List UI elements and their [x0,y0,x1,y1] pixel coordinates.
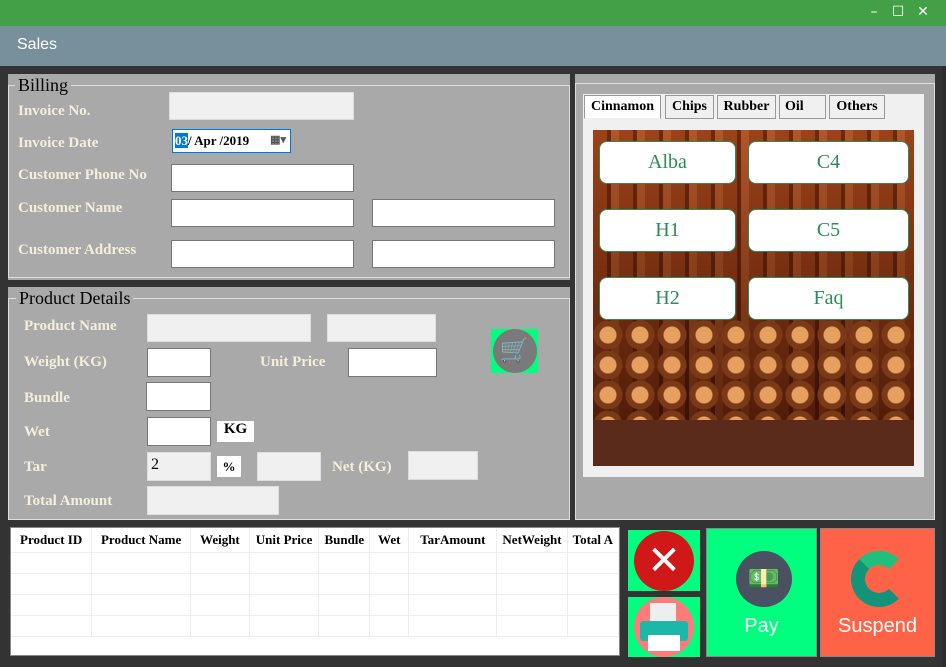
col-product-id[interactable]: Product ID [11,528,93,553]
tab-others[interactable]: Others [829,95,885,119]
phone-input[interactable] [171,164,354,192]
grade-alba-button[interactable]: Alba [599,141,736,184]
net-weight-field[interactable] [408,451,478,480]
add-to-cart-button[interactable]: 🛒 [491,329,538,373]
tab-chips[interactable]: Chips [665,95,714,119]
col-net-weight[interactable]: NetWeight [496,528,568,553]
cinnamon-rolls [593,320,914,420]
col-bundle[interactable]: Bundle [318,528,371,553]
suspend-icon [851,551,907,607]
calendar-dropdown-icon[interactable]: ▦▾ [270,133,286,146]
address-line1-input[interactable] [171,240,354,268]
grade-faq-button[interactable]: Faq [748,277,909,320]
tar-input[interactable]: 2 [147,452,211,481]
date-month-year: / Apr /2019 [188,133,250,148]
window-title: Sales [17,36,58,53]
table-header-row: Product ID Product Name Weight Unit Pric… [11,528,619,553]
tab-cinnamon[interactable]: Cinnamon [584,95,661,119]
billing-panel: Billing Invoice No. Invoice Date 03/ Apr… [8,74,570,280]
cancel-button[interactable]: ✕ [628,530,700,591]
unit-price-input[interactable] [348,348,437,377]
tab-rubber[interactable]: Rubber [717,95,776,119]
tar-amount-field[interactable] [257,452,321,481]
unit-price-label: Unit Price [260,354,326,370]
cinnamon-table [593,420,914,466]
last-name-input[interactable] [372,199,555,227]
grade-h2-button[interactable]: H2 [599,277,736,320]
invoice-no-label: Invoice No. [18,103,91,119]
address-line2-input[interactable] [372,240,555,268]
tar-label: Tar [24,459,47,475]
printer-icon [634,597,694,657]
net-label: Net (KG) [332,459,392,475]
product-title: Product Details [16,288,134,309]
title-bar: – ☐ ✕ [0,0,946,26]
col-unit-price[interactable]: Unit Price [249,528,320,553]
date-day: 03 [175,133,188,148]
suspend-button[interactable]: Suspend [820,528,935,657]
weight-input[interactable] [147,348,211,377]
tab-oil[interactable]: Oil [779,95,826,119]
x-icon: ✕ [634,530,694,591]
cart-icon: 🛒 [492,329,537,373]
col-tar-amount[interactable]: TarAmount [408,528,498,553]
invoice-date-picker[interactable]: 03/ Apr /2019 ▦▾ [172,129,291,153]
col-weight[interactable]: Weight [190,528,250,553]
table-row[interactable] [11,594,619,616]
name-label: Customer Name [18,200,123,216]
weight-label: Weight (KG) [24,354,107,370]
wet-unit: KG [217,421,254,442]
pay-button[interactable]: 💵 Pay [706,528,817,657]
table-row[interactable] [11,615,619,637]
total-amount-field[interactable] [147,486,279,515]
bundle-input[interactable] [146,382,211,411]
product-name-field[interactable] [147,314,311,342]
grade-c4-button[interactable]: C4 [748,141,909,184]
phone-label: Customer Phone No [18,167,147,183]
product-table: Product ID Product Name Weight Unit Pric… [10,527,620,656]
close-button[interactable]: ✕ [913,4,933,20]
maximize-button[interactable]: ☐ [888,4,908,20]
tar-unit: % [217,456,241,477]
bundle-label: Bundle [24,390,70,406]
suspend-label: Suspend [838,615,917,637]
total-amount-label: Total Amount [24,493,113,509]
table-row[interactable] [11,573,619,595]
col-total-amount[interactable]: Total A [567,528,619,553]
print-button[interactable] [628,597,700,657]
invoice-date-label: Invoice Date [18,135,99,151]
cash-hand-icon: 💵 [736,551,792,607]
billing-title: Billing [15,75,72,96]
table-row[interactable] [11,552,619,574]
product-code-field[interactable] [327,314,436,342]
col-product-name[interactable]: Product Name [91,528,192,553]
minimize-button[interactable]: – [864,4,884,20]
product-panel: Product Details Product Name 🛒 Weight (K… [8,287,570,520]
app-header: Sales [0,26,946,66]
wet-label: Wet [24,424,50,440]
col-wet[interactable]: Wet [369,528,410,553]
product-name-label: Product Name [24,318,117,334]
wet-input[interactable] [147,417,211,446]
pay-label: Pay [744,615,779,637]
grade-c5-button[interactable]: C5 [748,209,909,252]
invoice-no-field[interactable] [169,92,354,120]
first-name-input[interactable] [171,199,354,227]
grade-h1-button[interactable]: H1 [599,209,736,252]
address-label: Customer Address [18,242,137,258]
